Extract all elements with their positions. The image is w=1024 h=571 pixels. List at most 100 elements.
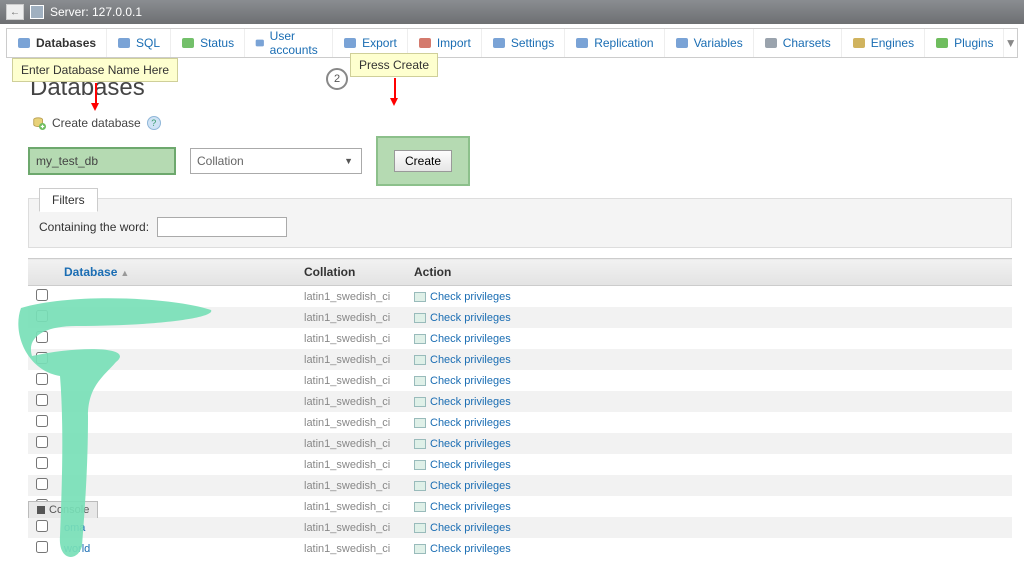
tab-engines[interactable]: Engines bbox=[842, 29, 925, 57]
privileges-icon bbox=[414, 418, 426, 428]
row-checkbox[interactable] bbox=[36, 289, 48, 301]
privileges-icon bbox=[414, 376, 426, 386]
check-privileges-link[interactable]: Check privileges bbox=[430, 501, 511, 513]
tab-status[interactable]: Status bbox=[171, 29, 245, 57]
check-privileges-link[interactable]: Check privileges bbox=[430, 375, 511, 387]
check-privileges-link[interactable]: Check privileges bbox=[430, 522, 511, 534]
user-accounts-icon bbox=[255, 36, 265, 50]
row-checkbox[interactable] bbox=[36, 331, 48, 343]
db-name-cell[interactable] bbox=[56, 286, 296, 308]
tab-more[interactable]: ▼ bbox=[1004, 29, 1017, 57]
step-badge: 2 bbox=[326, 68, 348, 90]
table-row: worldlatin1_swedish_ciCheck privileges bbox=[28, 538, 1012, 559]
check-privileges-link[interactable]: Check privileges bbox=[430, 459, 511, 471]
table-row: latin1_swedish_ciCheck privileges bbox=[28, 454, 1012, 475]
import-icon bbox=[418, 36, 432, 50]
db-name-cell[interactable]: world bbox=[56, 538, 296, 559]
collation-cell: latin1_swedish_ci bbox=[296, 496, 406, 517]
tab-databases[interactable]: Databases bbox=[7, 29, 107, 57]
tab-user-accounts[interactable]: User accounts bbox=[245, 29, 333, 57]
console-tab[interactable]: Console bbox=[28, 501, 98, 518]
row-checkbox[interactable] bbox=[36, 541, 48, 553]
tab-variables[interactable]: Variables bbox=[665, 29, 754, 57]
privileges-icon bbox=[414, 334, 426, 344]
col-checkbox bbox=[28, 259, 56, 286]
row-checkbox[interactable] bbox=[36, 394, 48, 406]
privileges-icon bbox=[414, 460, 426, 470]
row-checkbox[interactable] bbox=[36, 415, 48, 427]
db-name-cell[interactable] bbox=[56, 475, 296, 496]
table-row: latin1_swedish_ciCheck privileges bbox=[28, 307, 1012, 328]
check-privileges-link[interactable]: Check privileges bbox=[430, 543, 511, 555]
row-checkbox[interactable] bbox=[36, 310, 48, 322]
table-row: latin1_swedish_ciCheck privileges bbox=[28, 412, 1012, 433]
row-checkbox[interactable] bbox=[36, 478, 48, 490]
check-privileges-link[interactable]: Check privileges bbox=[430, 333, 511, 345]
charsets-icon bbox=[764, 36, 778, 50]
database-name-input[interactable] bbox=[28, 147, 176, 175]
containing-label: Containing the word: bbox=[39, 220, 149, 234]
collation-cell: latin1_swedish_ci bbox=[296, 517, 406, 538]
tab-charsets[interactable]: Charsets bbox=[754, 29, 842, 57]
collation-select[interactable]: Collation bbox=[190, 148, 362, 174]
table-row: latin1_swedish_ci Check privileges bbox=[28, 286, 1012, 308]
db-name-cell[interactable] bbox=[56, 454, 296, 475]
tab-sql[interactable]: SQL bbox=[107, 29, 171, 57]
filters-tab[interactable]: Filters bbox=[39, 188, 98, 212]
db-name-cell[interactable] bbox=[56, 307, 296, 328]
check-privileges-link[interactable]: Check privileges bbox=[430, 354, 511, 366]
databases-table: Database▲ Collation Action latin1_swedis… bbox=[28, 258, 1012, 559]
row-checkbox[interactable] bbox=[36, 457, 48, 469]
check-privileges-link[interactable]: Check privileges bbox=[430, 480, 511, 492]
replication-icon bbox=[575, 36, 589, 50]
nav-back-arrow[interactable]: ← bbox=[6, 4, 24, 20]
databases-icon bbox=[17, 36, 31, 50]
row-checkbox[interactable] bbox=[36, 436, 48, 448]
check-privileges-link[interactable]: Check privileges bbox=[430, 396, 511, 408]
table-row: latin1_swedish_ci Check privileges bbox=[28, 370, 1012, 391]
table-row: latin1_swedish_ci Check privileges bbox=[28, 433, 1012, 454]
row-checkbox[interactable] bbox=[36, 373, 48, 385]
privileges-icon bbox=[414, 439, 426, 449]
check-privileges-link[interactable]: Check privileges bbox=[430, 417, 511, 429]
table-row: omalatin1_swedish_ci Check privileges bbox=[28, 517, 1012, 538]
db-name-cell[interactable] bbox=[56, 391, 296, 412]
db-name-cell[interactable] bbox=[56, 349, 296, 370]
db-name-cell[interactable]: oma bbox=[56, 517, 296, 538]
col-collation[interactable]: Collation bbox=[296, 259, 406, 286]
table-row: latin1_swedish_ciCheck privileges bbox=[28, 349, 1012, 370]
variables-icon bbox=[675, 36, 689, 50]
create-button[interactable]: Create bbox=[394, 150, 452, 172]
tab-settings[interactable]: Settings bbox=[482, 29, 565, 57]
privileges-icon bbox=[414, 292, 426, 302]
create-button-highlight: Create bbox=[376, 136, 470, 186]
db-name-cell[interactable] bbox=[56, 412, 296, 433]
tab-replication[interactable]: Replication bbox=[565, 29, 664, 57]
table-row: latin1_swedish_ci Check privileges bbox=[28, 496, 1012, 517]
privileges-icon bbox=[414, 502, 426, 512]
row-checkbox[interactable] bbox=[36, 520, 48, 532]
row-checkbox[interactable] bbox=[36, 352, 48, 364]
collation-cell: latin1_swedish_ci bbox=[296, 286, 406, 308]
tab-plugins[interactable]: Plugins bbox=[925, 29, 1004, 57]
privileges-icon bbox=[414, 544, 426, 554]
server-icon bbox=[30, 5, 44, 19]
db-name-cell[interactable] bbox=[56, 433, 296, 454]
sort-asc-icon: ▲ bbox=[120, 268, 129, 278]
sql-icon bbox=[117, 36, 131, 50]
collation-cell: latin1_swedish_ci bbox=[296, 433, 406, 454]
db-name-cell[interactable] bbox=[56, 328, 296, 349]
check-privileges-link[interactable]: Check privileges bbox=[430, 438, 511, 450]
database-add-icon bbox=[32, 116, 46, 130]
table-row: latin1_swedish_ciCheck privileges bbox=[28, 391, 1012, 412]
collation-cell: latin1_swedish_ci bbox=[296, 370, 406, 391]
check-privileges-link[interactable]: Check privileges bbox=[430, 312, 511, 324]
help-icon[interactable]: ? bbox=[147, 116, 161, 130]
main-tabs: DatabasesSQLStatusUser accountsExportImp… bbox=[6, 28, 1018, 58]
privileges-icon bbox=[414, 397, 426, 407]
containing-word-input[interactable] bbox=[157, 217, 287, 237]
db-name-cell[interactable] bbox=[56, 370, 296, 391]
col-database[interactable]: Database▲ bbox=[56, 259, 296, 286]
check-privileges-link[interactable]: Check privileges bbox=[430, 291, 511, 303]
table-row: latin1_swedish_ciCheck privileges bbox=[28, 328, 1012, 349]
